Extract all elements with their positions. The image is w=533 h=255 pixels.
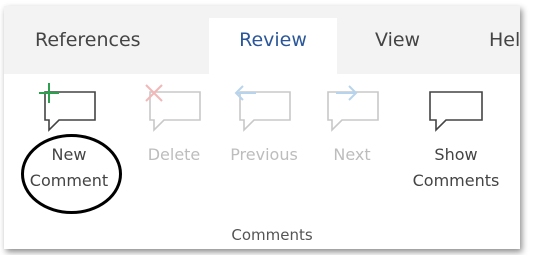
tab-view[interactable]: View [375, 24, 420, 74]
delete-comment-button[interactable]: Delete [134, 74, 214, 224]
new-comment-button[interactable]: New Comment [12, 74, 126, 224]
previous-comment-icon [234, 85, 291, 132]
show-comments-label-line2: Comments [412, 171, 500, 190]
next-comment-icon [327, 85, 379, 132]
show-comments-button[interactable]: Show Comments [392, 74, 520, 224]
delete-label: Delete [147, 145, 201, 164]
next-label: Next [333, 145, 371, 164]
delete-comment-icon [145, 84, 201, 132]
next-comment-button[interactable]: Next [317, 74, 387, 224]
tab-references[interactable]: References [35, 24, 141, 74]
tab-help[interactable]: Hel [489, 24, 520, 74]
show-comments-label-line1: Show [434, 145, 478, 164]
new-comment-icon [39, 83, 96, 132]
show-comments-icon [429, 91, 483, 132]
previous-label: Previous [230, 145, 298, 164]
previous-comment-button[interactable]: Previous [216, 74, 312, 224]
new-comment-label-line1: New [51, 145, 87, 164]
tab-review[interactable]: Review [209, 18, 337, 74]
comments-ribbon-group: New Comment Delete Previous Next Show Co… [4, 74, 520, 249]
group-label-comments: Comments [231, 226, 313, 244]
new-comment-label-line2: Comment [29, 171, 109, 190]
word-ribbon-window: References Review View Hel New Comment D… [4, 6, 520, 249]
ribbon-tab-bar: References Review View Hel [4, 6, 520, 74]
